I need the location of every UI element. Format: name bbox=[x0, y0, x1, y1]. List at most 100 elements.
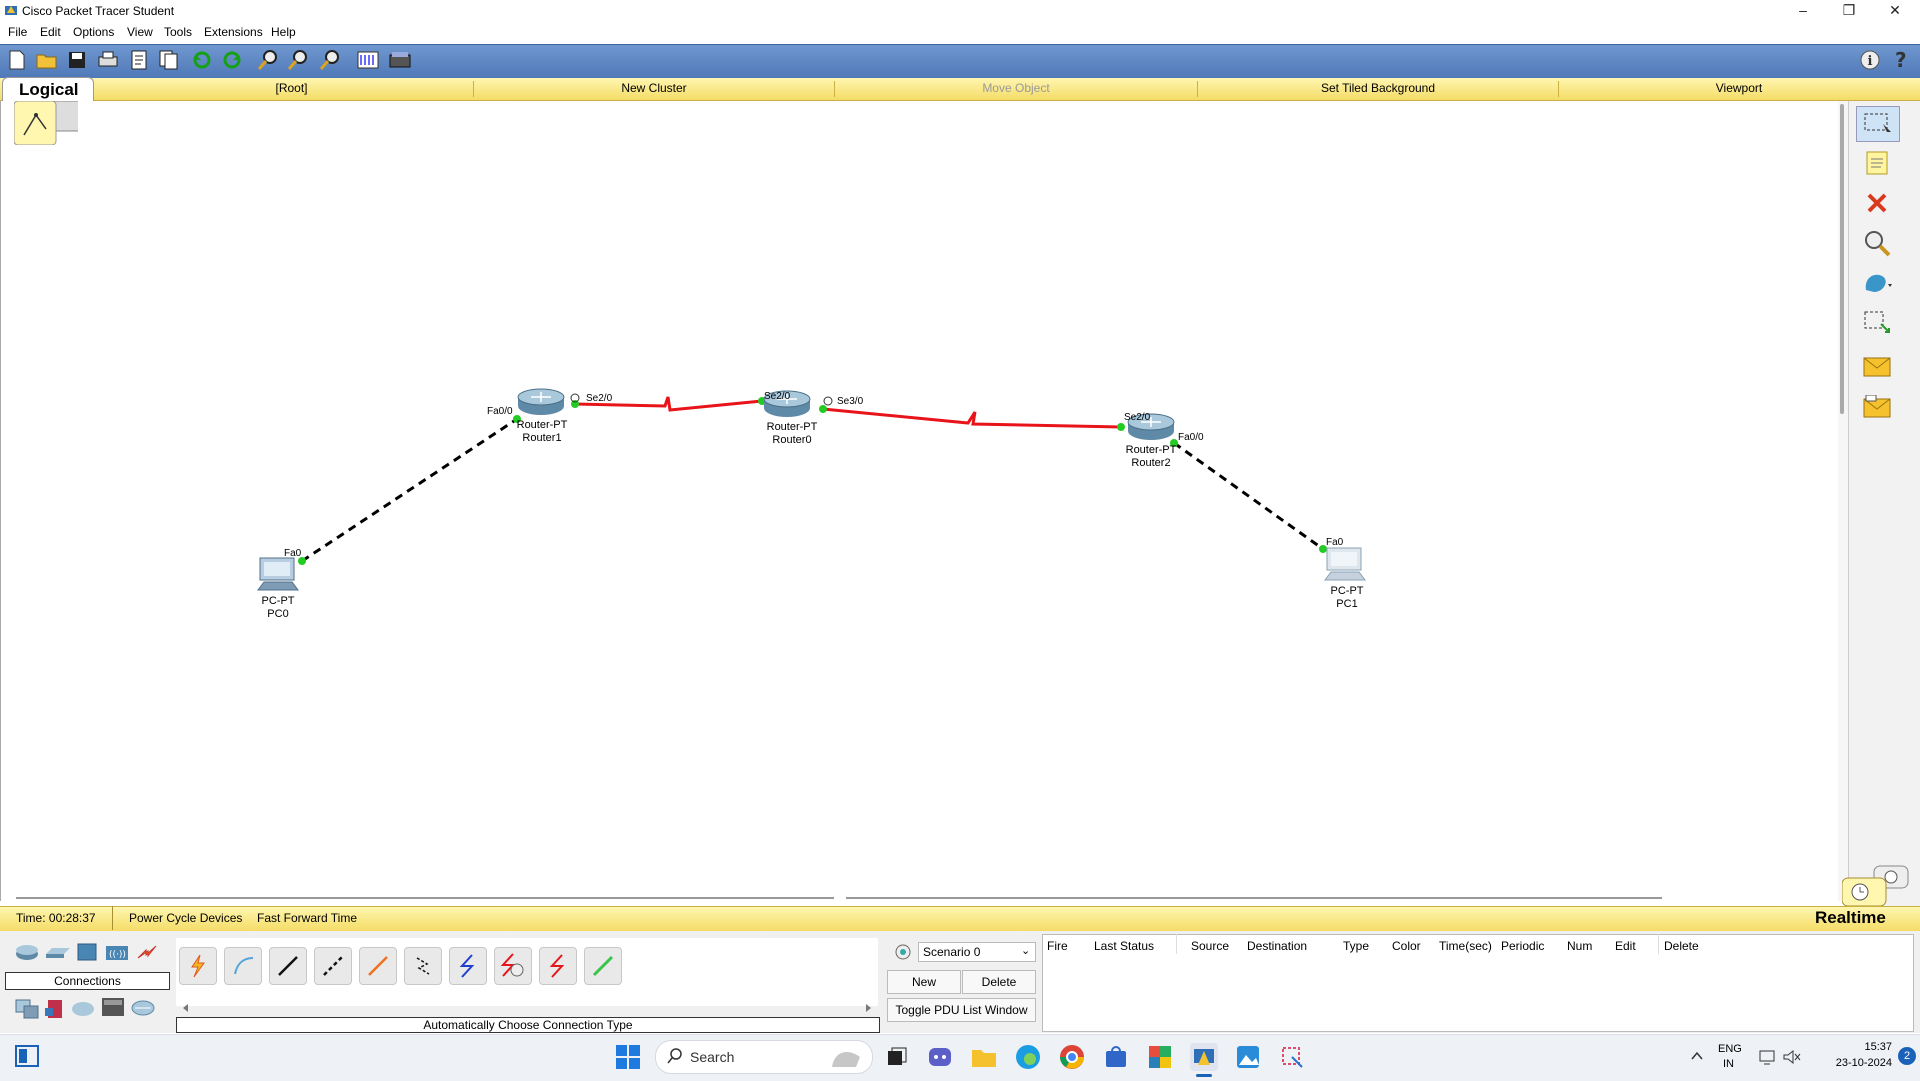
octal-cable-icon[interactable] bbox=[584, 947, 622, 985]
resize-shape-icon[interactable] bbox=[1856, 306, 1898, 340]
port-label: Fa0/0 bbox=[487, 406, 513, 417]
connections-category-icon[interactable] bbox=[134, 942, 160, 964]
note-icon[interactable] bbox=[1856, 146, 1898, 180]
toggle-pdu-list-button[interactable]: Toggle PDU List Window bbox=[887, 998, 1036, 1022]
add-complex-pdu-icon[interactable] bbox=[1856, 390, 1898, 424]
chrome-icon[interactable] bbox=[1058, 1043, 1086, 1071]
category-label: Connections bbox=[5, 972, 170, 990]
snipping-tool-icon[interactable] bbox=[1278, 1043, 1306, 1071]
pdu-col-delete: Delete bbox=[1664, 939, 1699, 953]
pdu-col-fire: Fire bbox=[1047, 939, 1068, 953]
task-view-icon[interactable] bbox=[882, 1043, 910, 1071]
draw-shape-icon[interactable] bbox=[1856, 266, 1898, 300]
pdu-col-color: Color bbox=[1392, 939, 1421, 953]
volume-muted-icon[interactable] bbox=[1782, 1048, 1802, 1066]
scenario-info-icon[interactable] bbox=[895, 944, 911, 960]
search-placeholder: Search bbox=[690, 1049, 735, 1065]
copper-straight-through-icon[interactable] bbox=[269, 947, 307, 985]
serial-dce-icon[interactable] bbox=[494, 947, 532, 985]
port-label: Se3/0 bbox=[837, 396, 864, 407]
file-explorer-icon[interactable] bbox=[970, 1043, 998, 1071]
routers-category-icon[interactable] bbox=[14, 942, 40, 964]
phone-cable-icon[interactable] bbox=[404, 947, 442, 985]
pc1-type-label: PC-PT bbox=[1330, 585, 1364, 597]
clock-icon bbox=[823, 396, 833, 406]
common-tools-bar bbox=[1848, 101, 1920, 911]
pc0-device[interactable] bbox=[256, 556, 300, 599]
office-app-icon[interactable] bbox=[1146, 1043, 1174, 1071]
delete-scenario-button[interactable]: Delete bbox=[962, 970, 1036, 994]
pc1-device[interactable] bbox=[1323, 546, 1367, 589]
clock-time[interactable]: 15:37 bbox=[1852, 1041, 1892, 1053]
status-divider bbox=[112, 906, 113, 930]
notification-badge[interactable]: 2 bbox=[1898, 1047, 1916, 1065]
clock-date[interactable]: 23-10-2024 bbox=[1814, 1057, 1892, 1069]
router1-device[interactable] bbox=[516, 388, 566, 419]
inspect-icon[interactable] bbox=[1856, 226, 1898, 260]
port-label: Fa0 bbox=[1326, 537, 1344, 548]
wireless-category-icon[interactable]: ((·)) bbox=[104, 942, 130, 964]
realtime-mode-label[interactable]: Realtime bbox=[1815, 908, 1886, 928]
taskbar bbox=[0, 1034, 1920, 1081]
vertical-scroll-thumb[interactable] bbox=[1840, 104, 1844, 414]
photos-icon[interactable] bbox=[1234, 1043, 1262, 1071]
router0-type-label: Router-PT bbox=[766, 421, 818, 433]
custom-devices-category-icon[interactable] bbox=[100, 996, 126, 1018]
realtime-toggle-icon[interactable] bbox=[1841, 864, 1912, 907]
store-icon[interactable] bbox=[1102, 1043, 1130, 1071]
chevron-down-icon: ⌄ bbox=[1021, 945, 1031, 957]
end-devices-category-icon[interactable] bbox=[14, 998, 40, 1020]
svg-text:((·)): ((·)) bbox=[109, 950, 126, 960]
fiber-icon[interactable] bbox=[359, 947, 397, 985]
chevron-up-icon[interactable] bbox=[1688, 1047, 1706, 1065]
pdu-col-source: Source bbox=[1191, 939, 1230, 953]
router2-type-label: Router-PT bbox=[1125, 444, 1177, 456]
horizontal-scroll-thumb[interactable] bbox=[16, 897, 834, 899]
coaxial-cable-icon[interactable] bbox=[449, 947, 487, 985]
copper-cross-over-icon[interactable] bbox=[314, 947, 352, 985]
start-icon[interactable] bbox=[615, 1044, 641, 1070]
taskbar-search[interactable]: Search bbox=[655, 1040, 873, 1074]
region-label[interactable]: IN bbox=[1723, 1058, 1734, 1070]
search-icon bbox=[666, 1047, 684, 1068]
new-scenario-button[interactable]: New bbox=[887, 970, 961, 994]
pc-icon bbox=[257, 557, 299, 591]
port-indicator bbox=[819, 405, 827, 413]
router2-name-label: Router2 bbox=[1131, 457, 1171, 469]
multiuser-category-icon[interactable] bbox=[130, 998, 156, 1020]
pc1-name-label: PC1 bbox=[1336, 598, 1358, 610]
console-cable-icon[interactable] bbox=[224, 947, 262, 985]
edge-icon[interactable] bbox=[1014, 1043, 1042, 1071]
packet-tracer-taskbar-icon[interactable] bbox=[1190, 1043, 1218, 1071]
fast-forward-time-button[interactable]: Fast Forward Time bbox=[257, 911, 357, 925]
col-divider bbox=[1658, 934, 1659, 954]
pdu-col-last-status: Last Status bbox=[1094, 939, 1155, 953]
pdu-col-type: Type bbox=[1343, 939, 1370, 953]
hubs-category-icon[interactable] bbox=[76, 942, 102, 964]
port-label: Se2/0 bbox=[764, 391, 791, 402]
pdu-col-edit: Edit bbox=[1615, 939, 1636, 953]
search-highlight-icon bbox=[826, 1043, 866, 1072]
security-category-icon[interactable] bbox=[44, 998, 70, 1020]
add-simple-pdu-icon[interactable] bbox=[1856, 350, 1898, 384]
wan-emulation-category-icon[interactable] bbox=[70, 998, 96, 1020]
delete-icon[interactable] bbox=[1856, 186, 1898, 220]
col-divider bbox=[1176, 934, 1177, 954]
widgets-icon[interactable] bbox=[14, 1044, 40, 1068]
teams-icon[interactable] bbox=[926, 1043, 954, 1071]
serial-dte-icon[interactable] bbox=[539, 947, 577, 985]
switches-category-icon[interactable] bbox=[44, 942, 70, 964]
pdu-col-num: Num bbox=[1567, 939, 1593, 953]
pc0-type-label: PC-PT bbox=[261, 595, 295, 607]
scenario-select[interactable]: Scenario 0 ⌄ bbox=[918, 942, 1036, 962]
select-icon[interactable] bbox=[1856, 106, 1900, 142]
network-icon[interactable] bbox=[1758, 1048, 1778, 1066]
language-label[interactable]: ENG bbox=[1718, 1043, 1742, 1055]
auto-connection-icon[interactable] bbox=[179, 947, 217, 985]
horizontal-scroll-thumb[interactable] bbox=[846, 897, 1662, 899]
power-cycle-devices-button[interactable]: Power Cycle Devices bbox=[129, 911, 242, 925]
connection-list-scrollbar[interactable] bbox=[178, 1002, 876, 1012]
router1-type-label: Router-PT bbox=[516, 419, 568, 431]
scenario-value: Scenario 0 bbox=[923, 945, 981, 959]
active-app-indicator bbox=[1196, 1074, 1212, 1077]
